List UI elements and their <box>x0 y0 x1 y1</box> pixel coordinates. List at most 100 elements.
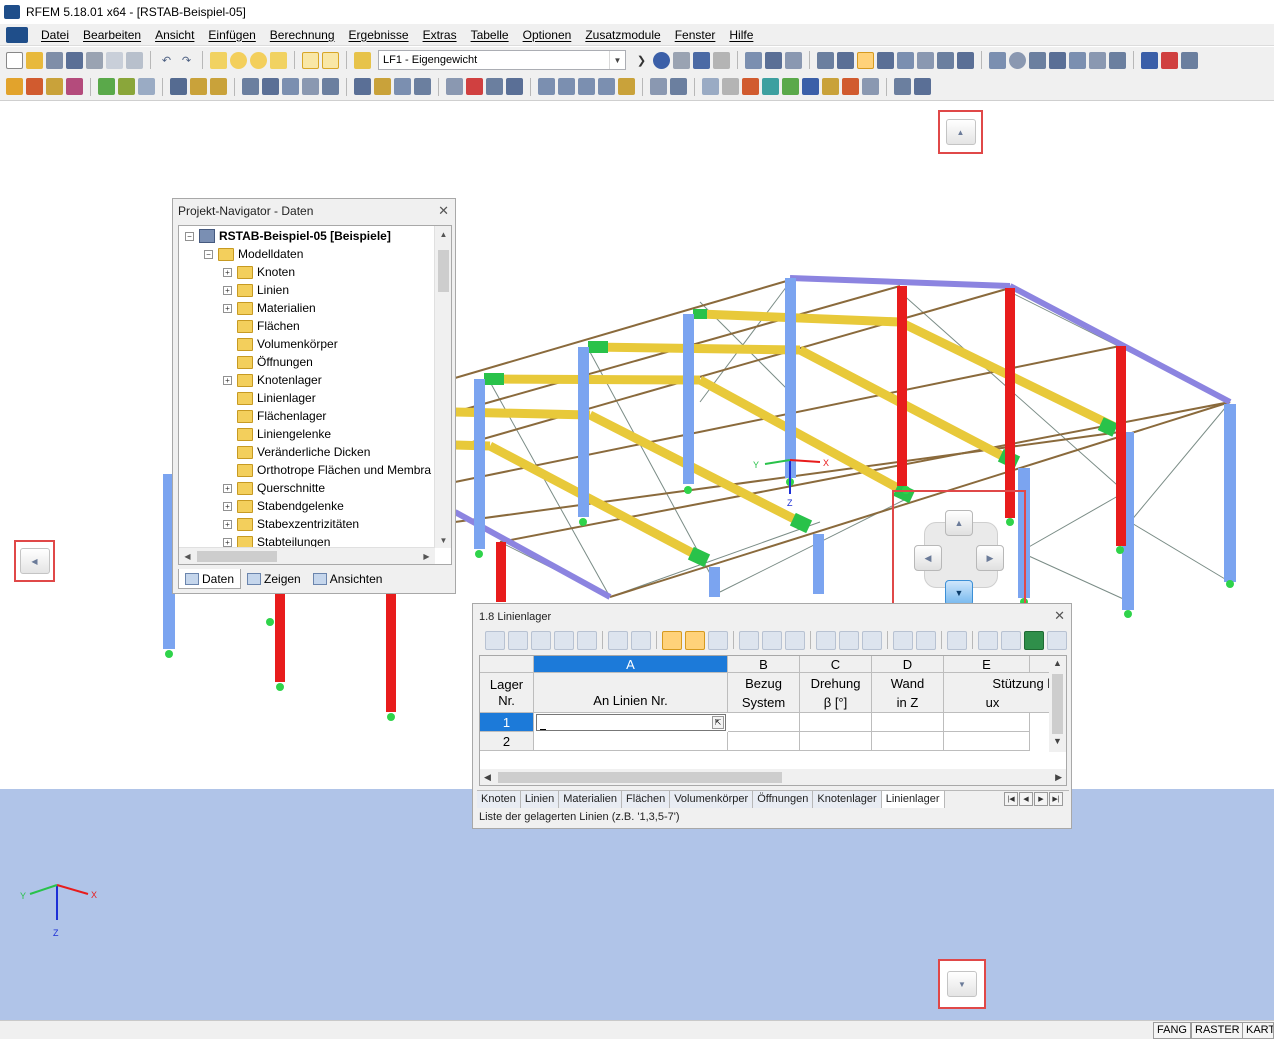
display-icon[interactable] <box>354 78 371 95</box>
new-surface-load-icon[interactable] <box>138 78 155 95</box>
select-window-icon[interactable] <box>262 78 279 95</box>
move-icon[interactable] <box>322 78 339 95</box>
expand-icon[interactable]: + <box>223 375 232 385</box>
new-node-icon[interactable] <box>6 78 23 95</box>
pan-tool-icon[interactable] <box>857 51 874 69</box>
document-system-menu-icon[interactable] <box>6 26 28 43</box>
menu-tabelle[interactable]: Tabelle <box>464 28 516 42</box>
next-load-case-icon[interactable]: ❯ <box>633 52 650 69</box>
table-filter-icon[interactable] <box>739 630 759 650</box>
magic-wand-icon[interactable] <box>270 51 287 69</box>
menu-ansicht[interactable]: Ansicht <box>148 28 201 42</box>
dimension-line-icon[interactable] <box>190 78 207 95</box>
copy-icon[interactable] <box>302 78 319 95</box>
table-rows-icon[interactable] <box>916 630 936 650</box>
tree-item[interactable]: + Knoten <box>223 263 295 281</box>
table-refresh-icon[interactable] <box>708 630 728 650</box>
table-edit-cell-icon[interactable] <box>947 630 967 650</box>
table-tab-linien[interactable]: Linien <box>520 791 560 808</box>
scroll-up-hint[interactable]: ▲ <box>938 110 983 154</box>
status-raster-toggle[interactable]: RASTER <box>1191 1022 1244 1039</box>
scroll-right-icon[interactable]: ▶ <box>418 548 435 564</box>
scroll-left-icon[interactable]: ◀ <box>484 772 491 783</box>
tool-8-icon[interactable] <box>1141 51 1158 69</box>
table-horizontal-scrollbar[interactable]: ◀ ▶ <box>480 769 1066 785</box>
tree-item[interactable]: Linienlager <box>223 389 316 407</box>
tree-root[interactable]: − RSTAB-Beispiel-05 [Beispiele] <box>185 227 391 245</box>
redo-icon[interactable]: ↷ <box>178 52 195 69</box>
cell-ux-row-1[interactable] <box>944 713 1030 732</box>
tree-item[interactable]: Flächen <box>223 317 300 335</box>
table-tab-knotenlager[interactable]: Knotenlager <box>813 791 882 808</box>
tab-next-icon[interactable]: ▶ <box>1034 792 1048 806</box>
tab-ansichten[interactable]: Ansichten <box>307 569 389 589</box>
snap-icon[interactable] <box>837 51 854 69</box>
row-number-1[interactable]: 1 <box>480 713 534 732</box>
menu-zusatzmodule[interactable]: Zusatzmodule <box>578 28 667 42</box>
menu-hilfe[interactable]: Hilfe <box>722 28 760 42</box>
table-print-icon[interactable] <box>978 630 998 650</box>
expand-icon[interactable]: + <box>223 519 232 529</box>
status-fang-toggle[interactable]: FANG <box>1153 1022 1191 1039</box>
tab-first-icon[interactable]: |◀ <box>1004 792 1018 806</box>
result-values-icon[interactable] <box>713 51 730 69</box>
table-toggle-icon[interactable] <box>322 51 339 69</box>
view-y-icon[interactable] <box>558 78 575 95</box>
select-rotate-icon[interactable] <box>282 78 299 95</box>
scroll-left-icon[interactable]: ◀ <box>179 548 196 564</box>
new-line-load-icon[interactable] <box>118 78 135 95</box>
solid-icon[interactable] <box>670 78 687 95</box>
zoom-icon[interactable] <box>250 51 267 69</box>
mesh-icon[interactable] <box>414 78 431 95</box>
cell-drehung-row-2[interactable] <box>800 732 872 751</box>
expand-icon[interactable]: + <box>223 303 232 313</box>
save-all-icon[interactable] <box>46 51 63 69</box>
tool-21-icon[interactable] <box>914 78 931 95</box>
comment-icon[interactable] <box>957 51 974 69</box>
dimension-icon[interactable] <box>937 51 954 69</box>
menu-fenster[interactable]: Fenster <box>668 28 723 42</box>
excel-export-icon[interactable] <box>1024 630 1044 650</box>
edit-pencil-icon[interactable] <box>210 51 227 69</box>
new-file-icon[interactable] <box>6 51 23 69</box>
table-tool-b-icon[interactable] <box>862 630 882 650</box>
tool-13-icon[interactable] <box>742 78 759 95</box>
tree-item[interactable]: Volumenkörper <box>223 335 338 353</box>
table-select-icon[interactable] <box>662 630 682 650</box>
view-3d-icon[interactable] <box>486 78 503 95</box>
calculate-all-icon[interactable] <box>673 51 690 69</box>
tree-item[interactable]: Veränderliche Dicken <box>223 443 370 461</box>
close-icon[interactable]: ✕ <box>1054 608 1065 624</box>
table-pick-icon[interactable] <box>685 630 705 650</box>
view-iso-icon[interactable] <box>446 78 463 95</box>
cell-wand-row-2[interactable] <box>872 732 944 751</box>
render-icon[interactable] <box>374 78 391 95</box>
pan-right-icon[interactable]: ▶ <box>976 545 1004 571</box>
linienlager-table[interactable]: A B C D E Lager Nr. An Linien Nr. Bezug … <box>479 655 1067 786</box>
calculate-icon[interactable] <box>653 51 670 69</box>
menu-ergebnisse[interactable]: Ergebnisse <box>342 28 416 42</box>
chevron-down-icon[interactable]: ▼ <box>609 51 625 69</box>
tool-19-icon[interactable] <box>862 78 879 95</box>
menu-einfuegen[interactable]: Einfügen <box>201 28 262 42</box>
tool-14-icon[interactable] <box>762 78 779 95</box>
arrow-down-icon[interactable]: ▼ <box>947 971 977 997</box>
tree-item[interactable]: Öffnungen <box>223 353 313 371</box>
tree-item[interactable]: Liniengelenke <box>223 425 331 443</box>
new-line-icon[interactable] <box>26 78 43 95</box>
column-letter-c[interactable]: C <box>800 656 872 673</box>
arrow-up-icon[interactable]: ▲ <box>945 119 976 145</box>
collapse-icon[interactable]: − <box>204 249 213 259</box>
expand-icon[interactable]: + <box>223 285 232 295</box>
view-x-icon[interactable] <box>538 78 555 95</box>
column-letter-b[interactable]: B <box>728 656 800 673</box>
cell-an-linien-row-1[interactable]: ⇱ <box>536 714 726 731</box>
tool-17-icon[interactable] <box>822 78 839 95</box>
scroll-thumb[interactable] <box>438 250 449 292</box>
row-number-2[interactable]: 2 <box>480 732 534 751</box>
print-preview-icon[interactable] <box>126 51 143 69</box>
table-tab-flaechen[interactable]: Flächen <box>622 791 671 808</box>
scroll-thumb[interactable] <box>1052 674 1063 734</box>
pick-from-model-icon[interactable]: ⇱ <box>712 716 724 729</box>
navigator-tree[interactable]: − RSTAB-Beispiel-05 [Beispiele] − Modell… <box>178 225 452 565</box>
